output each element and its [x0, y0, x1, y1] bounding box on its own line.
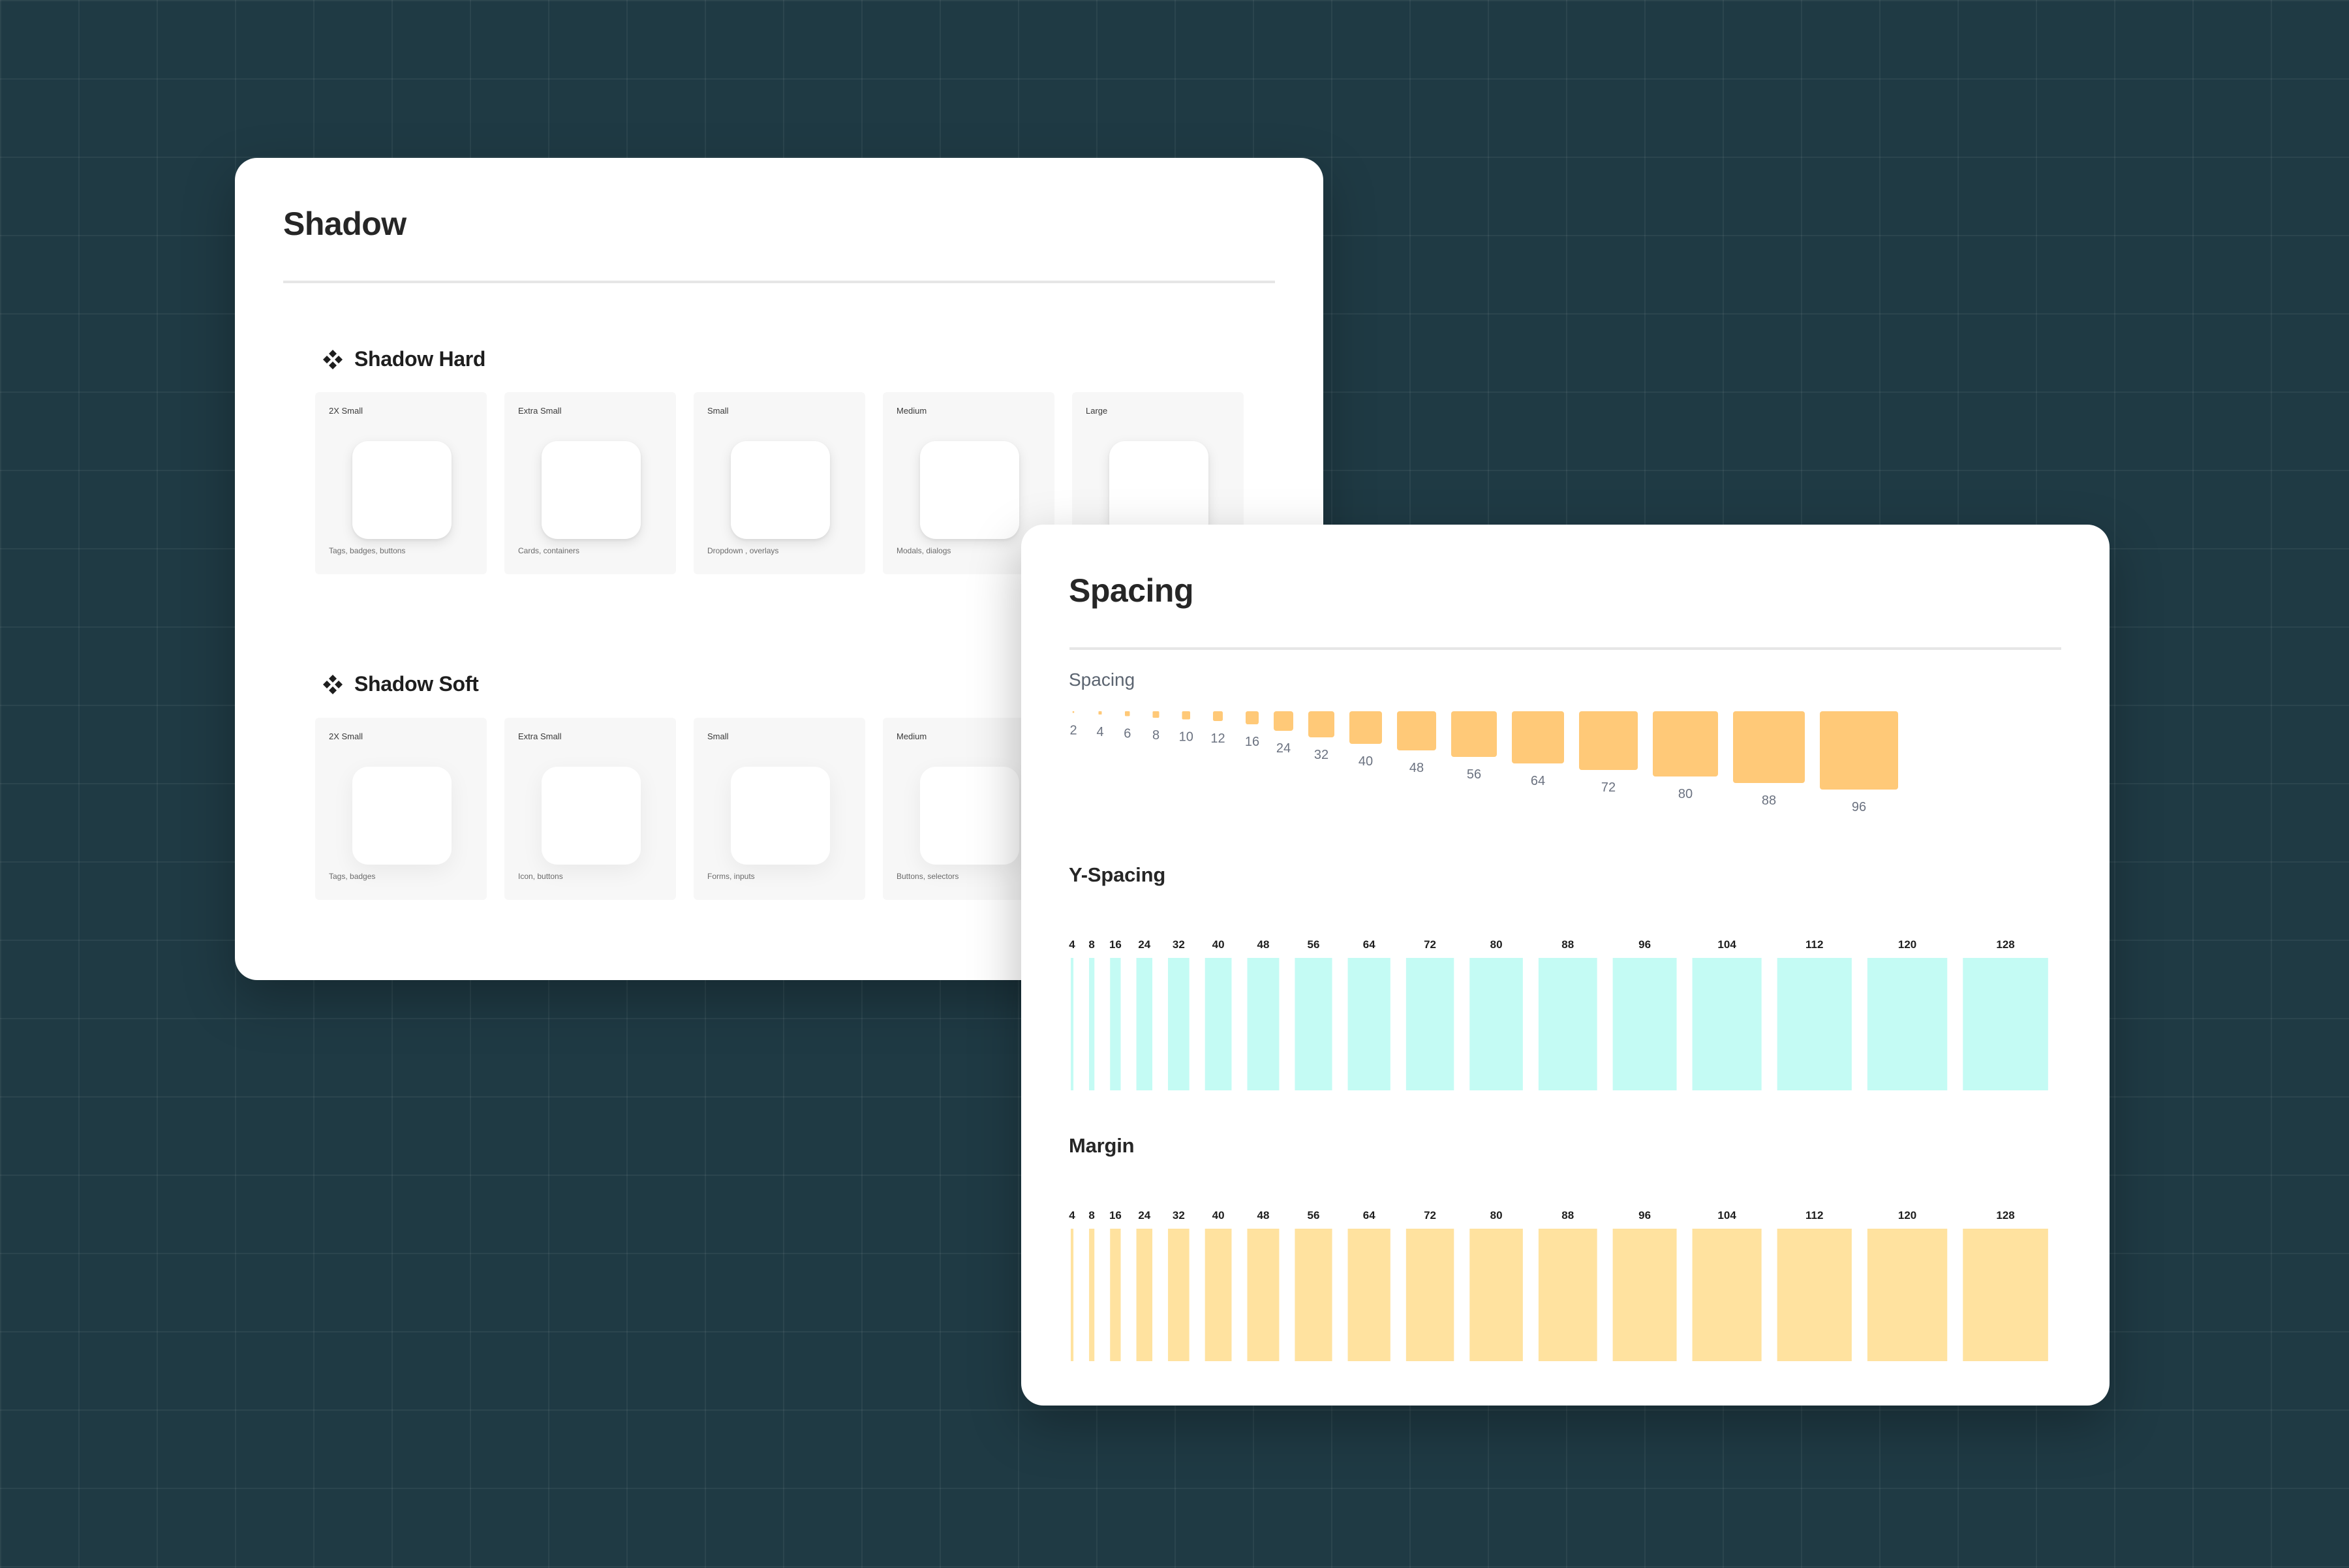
margin-value-label: 72 — [1424, 1209, 1436, 1222]
shadow-tile: 2X Small Tags, badges — [315, 718, 487, 900]
tile-desc: Dropdown , overlays — [707, 546, 779, 555]
shadow-title: Shadow — [283, 206, 407, 242]
tile-name: Small — [707, 406, 729, 416]
margin-bar — [1469, 1229, 1523, 1361]
tile-name: 2X Small — [329, 731, 363, 741]
margin-value-label: 24 — [1138, 1209, 1150, 1222]
spacing-card: Spacing Spacing Y-Spacing Margin 2 4 6 8 10 1… — [1021, 525, 2110, 1406]
shadow-sample — [920, 767, 1019, 865]
margin-bar — [1963, 1229, 2048, 1361]
margin-bar — [1347, 1229, 1390, 1361]
margin-value-label: 56 — [1308, 1209, 1320, 1222]
margin-bar — [1538, 1229, 1597, 1361]
margin-bar — [1777, 1229, 1852, 1361]
tile-name: Medium — [897, 406, 927, 416]
tile-name: Extra Small — [518, 731, 562, 741]
margin-value-label: 64 — [1363, 1209, 1375, 1222]
margin-value-label: 96 — [1638, 1209, 1651, 1222]
tile-desc: Tags, badges — [329, 872, 376, 881]
tile-name: Small — [707, 731, 729, 741]
tile-name: Large — [1086, 406, 1108, 416]
component-diamond-icon — [323, 349, 343, 369]
margin-bar — [1867, 1229, 1948, 1361]
shadow-sample — [352, 767, 452, 865]
margin-bar — [1136, 1229, 1153, 1361]
margin-value-label: 32 — [1173, 1209, 1185, 1222]
shadow-hard-label: Shadow Hard — [354, 347, 486, 371]
margin-bar — [1295, 1229, 1332, 1361]
shadow-sample — [731, 767, 830, 865]
margin-value-label: 8 — [1088, 1209, 1094, 1222]
shadow-sample — [731, 441, 830, 539]
shadow-tile: Extra Small Icon, buttons — [504, 718, 676, 900]
tile-desc: Cards, containers — [518, 546, 580, 555]
tile-name: Extra Small — [518, 406, 562, 416]
tile-desc: Forms, inputs — [707, 872, 755, 881]
shadow-tile: Small Forms, inputs — [694, 718, 865, 900]
tile-name: 2X Small — [329, 406, 363, 416]
shadow-soft-tiles: 2X Small Tags, badges Extra Small Icon, … — [315, 718, 1054, 900]
margin-value-label: 48 — [1257, 1209, 1269, 1222]
shadow-tile: Extra Small Cards, containers — [504, 392, 676, 574]
margin-bar — [1071, 1229, 1074, 1361]
margin-value-label: 80 — [1490, 1209, 1503, 1222]
shadow-tile: Small Dropdown , overlays — [694, 392, 865, 574]
margin-value-label: 16 — [1109, 1209, 1122, 1222]
margin-bar — [1247, 1229, 1280, 1361]
margin-value-label: 104 — [1717, 1209, 1736, 1222]
margin-bar — [1205, 1229, 1232, 1361]
margin-value-label: 128 — [1996, 1209, 2014, 1222]
tile-desc: Modals, dialogs — [897, 546, 951, 555]
shadow-sample — [352, 441, 452, 539]
margin-chart: 4 8 16 24 32 40 48 56 64 72 80 88 96 104 112 120 128 — [1069, 1209, 2048, 1361]
tile-desc: Tags, badges, buttons — [329, 546, 406, 555]
shadow-sample — [542, 767, 641, 865]
component-diamond-icon — [323, 674, 343, 694]
shadow-sample — [920, 441, 1019, 539]
tile-desc: Buttons, selectors — [897, 872, 959, 881]
margin-bar — [1110, 1229, 1121, 1361]
margin-value-label: 4 — [1069, 1209, 1075, 1222]
shadow-sample — [542, 441, 641, 539]
tile-desc: Icon, buttons — [518, 872, 563, 881]
margin-bar — [1612, 1229, 1677, 1361]
margin-bar — [1089, 1229, 1095, 1361]
shadow-soft-heading: Shadow Soft — [322, 672, 479, 696]
margin-bar — [1692, 1229, 1762, 1361]
shadow-tile: 2X Small Tags, badges, buttons — [315, 392, 487, 574]
margin-value-label: 120 — [1898, 1209, 1916, 1222]
margin-value-label: 112 — [1805, 1209, 1823, 1222]
margin-bar — [1168, 1229, 1190, 1361]
margin-bar — [1405, 1229, 1454, 1361]
shadow-divider — [283, 281, 1275, 283]
margin-value-label: 88 — [1561, 1209, 1574, 1222]
shadow-soft-label: Shadow Soft — [354, 672, 479, 696]
shadow-hard-heading: Shadow Hard — [322, 347, 485, 371]
tile-name: Medium — [897, 731, 927, 741]
margin-value-label: 40 — [1212, 1209, 1225, 1222]
